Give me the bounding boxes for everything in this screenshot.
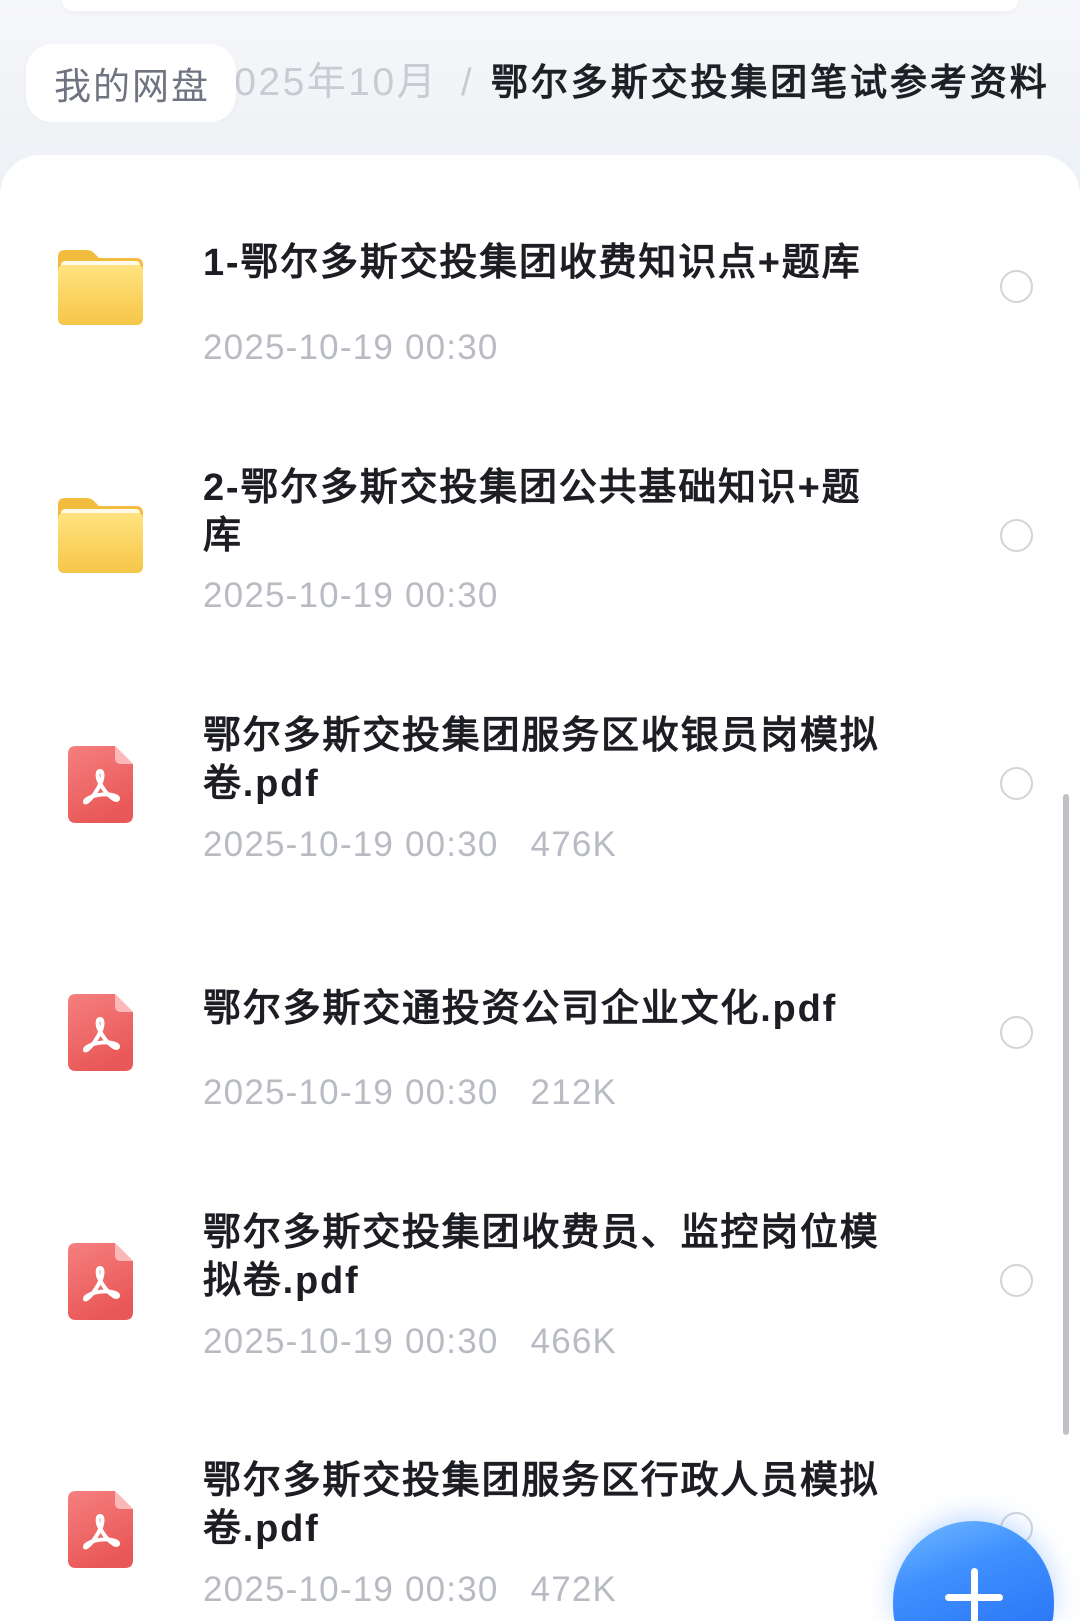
file-meta: 2025-10-19 00:30 476K bbox=[203, 825, 617, 865]
folder-icon bbox=[58, 249, 143, 325]
file-list-item[interactable]: 鄂尔多斯交通投资公司企业文化.pdf 2025-10-19 00:30 212K bbox=[0, 908, 1080, 1156]
plus-icon-horizontal-stroke bbox=[945, 1593, 1003, 1601]
file-name: 鄂尔多斯交通投资公司企业文化.pdf bbox=[203, 987, 838, 1030]
file-meta: 2025-10-19 00:30 472K bbox=[203, 1570, 617, 1610]
file-name: 1-鄂尔多斯交投集团收费知识点+题库 bbox=[203, 242, 862, 285]
plus-icon bbox=[945, 1566, 1003, 1621]
breadcrumb-separator: / bbox=[461, 62, 472, 104]
pdf-icon bbox=[68, 1242, 133, 1320]
scrollbar-thumb[interactable] bbox=[1063, 794, 1069, 1435]
file-modified-time: 2025-10-19 00:30 bbox=[203, 1569, 499, 1609]
file-list-item[interactable]: 鄂尔多斯交投集团收费员、监控岗位模拟卷.pdf 2025-10-19 00:30… bbox=[0, 1156, 1080, 1404]
file-name-container: 鄂尔多斯交投集团收费员、监控岗位模拟卷.pdf bbox=[203, 1209, 893, 1306]
pdf-icon bbox=[68, 745, 133, 823]
breadcrumb-item-parent[interactable]: 2025年10月 bbox=[210, 44, 438, 122]
file-size: 472K bbox=[530, 1569, 618, 1609]
file-name-container: 1-鄂尔多斯交投集团收费知识点+题库 bbox=[203, 215, 893, 312]
select-radio[interactable] bbox=[999, 270, 1033, 304]
file-size: 466K bbox=[530, 1321, 618, 1361]
breadcrumb-item-root[interactable]: 我的网盘 bbox=[26, 44, 236, 122]
file-name: 2-鄂尔多斯交投集团公共基础知识+题库 bbox=[203, 466, 862, 557]
select-radio[interactable] bbox=[999, 1264, 1033, 1298]
file-modified-time: 2025-10-19 00:30 bbox=[203, 824, 499, 864]
file-meta: 2025-10-19 00:30 bbox=[203, 576, 499, 616]
file-name: 鄂尔多斯交投集团服务区收银员岗模拟卷.pdf bbox=[203, 715, 880, 806]
breadcrumb-item-current: 鄂尔多斯交投集团笔试参考资料 bbox=[491, 62, 1050, 103]
select-radio[interactable] bbox=[999, 1015, 1033, 1049]
file-name-container: 2-鄂尔多斯交投集团公共基础知识+题库 bbox=[203, 463, 893, 560]
breadcrumb: 2025年10月 我的网盘 / 鄂尔多斯交投集团笔试参考资料 bbox=[0, 44, 1080, 122]
file-modified-time: 2025-10-19 00:30 bbox=[203, 1321, 499, 1361]
file-name-container: 鄂尔多斯交投集团服务区收银员岗模拟卷.pdf bbox=[203, 712, 893, 809]
file-list-item[interactable]: 鄂尔多斯交投集团服务区收银员岗模拟卷.pdf 2025-10-19 00:30 4… bbox=[0, 660, 1080, 908]
file-size: 476K bbox=[530, 824, 618, 864]
top-bar bbox=[62, 0, 1018, 11]
file-name: 鄂尔多斯交投集团收费员、监控岗位模拟卷.pdf bbox=[203, 1212, 880, 1303]
file-list-panel: 1-鄂尔多斯交投集团收费知识点+题库 2025-10-19 00:30 2-鄂尔… bbox=[0, 155, 1080, 1621]
file-meta: 2025-10-19 00:30 466K bbox=[203, 1322, 617, 1362]
file-name: 鄂尔多斯交投集团服务区行政人员模拟卷.pdf bbox=[203, 1460, 880, 1551]
select-radio[interactable] bbox=[999, 767, 1033, 801]
pdf-icon bbox=[68, 1490, 133, 1568]
pdf-icon bbox=[68, 994, 133, 1072]
folder-icon bbox=[58, 498, 143, 574]
file-list-item[interactable]: 1-鄂尔多斯交投集团收费知识点+题库 2025-10-19 00:30 bbox=[0, 163, 1080, 411]
file-name-container: 鄂尔多斯交通投资公司企业文化.pdf bbox=[203, 960, 893, 1057]
file-browser-screen: 2025年10月 我的网盘 / 鄂尔多斯交投集团笔试参考资料 1-鄂尔多斯交投集… bbox=[0, 0, 1080, 1621]
file-meta: 2025-10-19 00:30 bbox=[203, 328, 499, 368]
file-size: 212K bbox=[530, 1073, 618, 1113]
file-name-container: 鄂尔多斯交投集团服务区行政人员模拟卷.pdf bbox=[203, 1457, 893, 1554]
file-modified-time: 2025-10-19 00:30 bbox=[203, 1073, 499, 1113]
file-meta: 2025-10-19 00:30 212K bbox=[203, 1073, 617, 1113]
file-modified-time: 2025-10-19 00:30 bbox=[203, 327, 499, 367]
select-radio[interactable] bbox=[999, 518, 1033, 552]
file-modified-time: 2025-10-19 00:30 bbox=[203, 576, 499, 616]
file-list-item[interactable]: 2-鄂尔多斯交投集团公共基础知识+题库 2025-10-19 00:30 bbox=[0, 411, 1080, 659]
file-list: 1-鄂尔多斯交投集团收费知识点+题库 2025-10-19 00:30 2-鄂尔… bbox=[0, 155, 1080, 1621]
